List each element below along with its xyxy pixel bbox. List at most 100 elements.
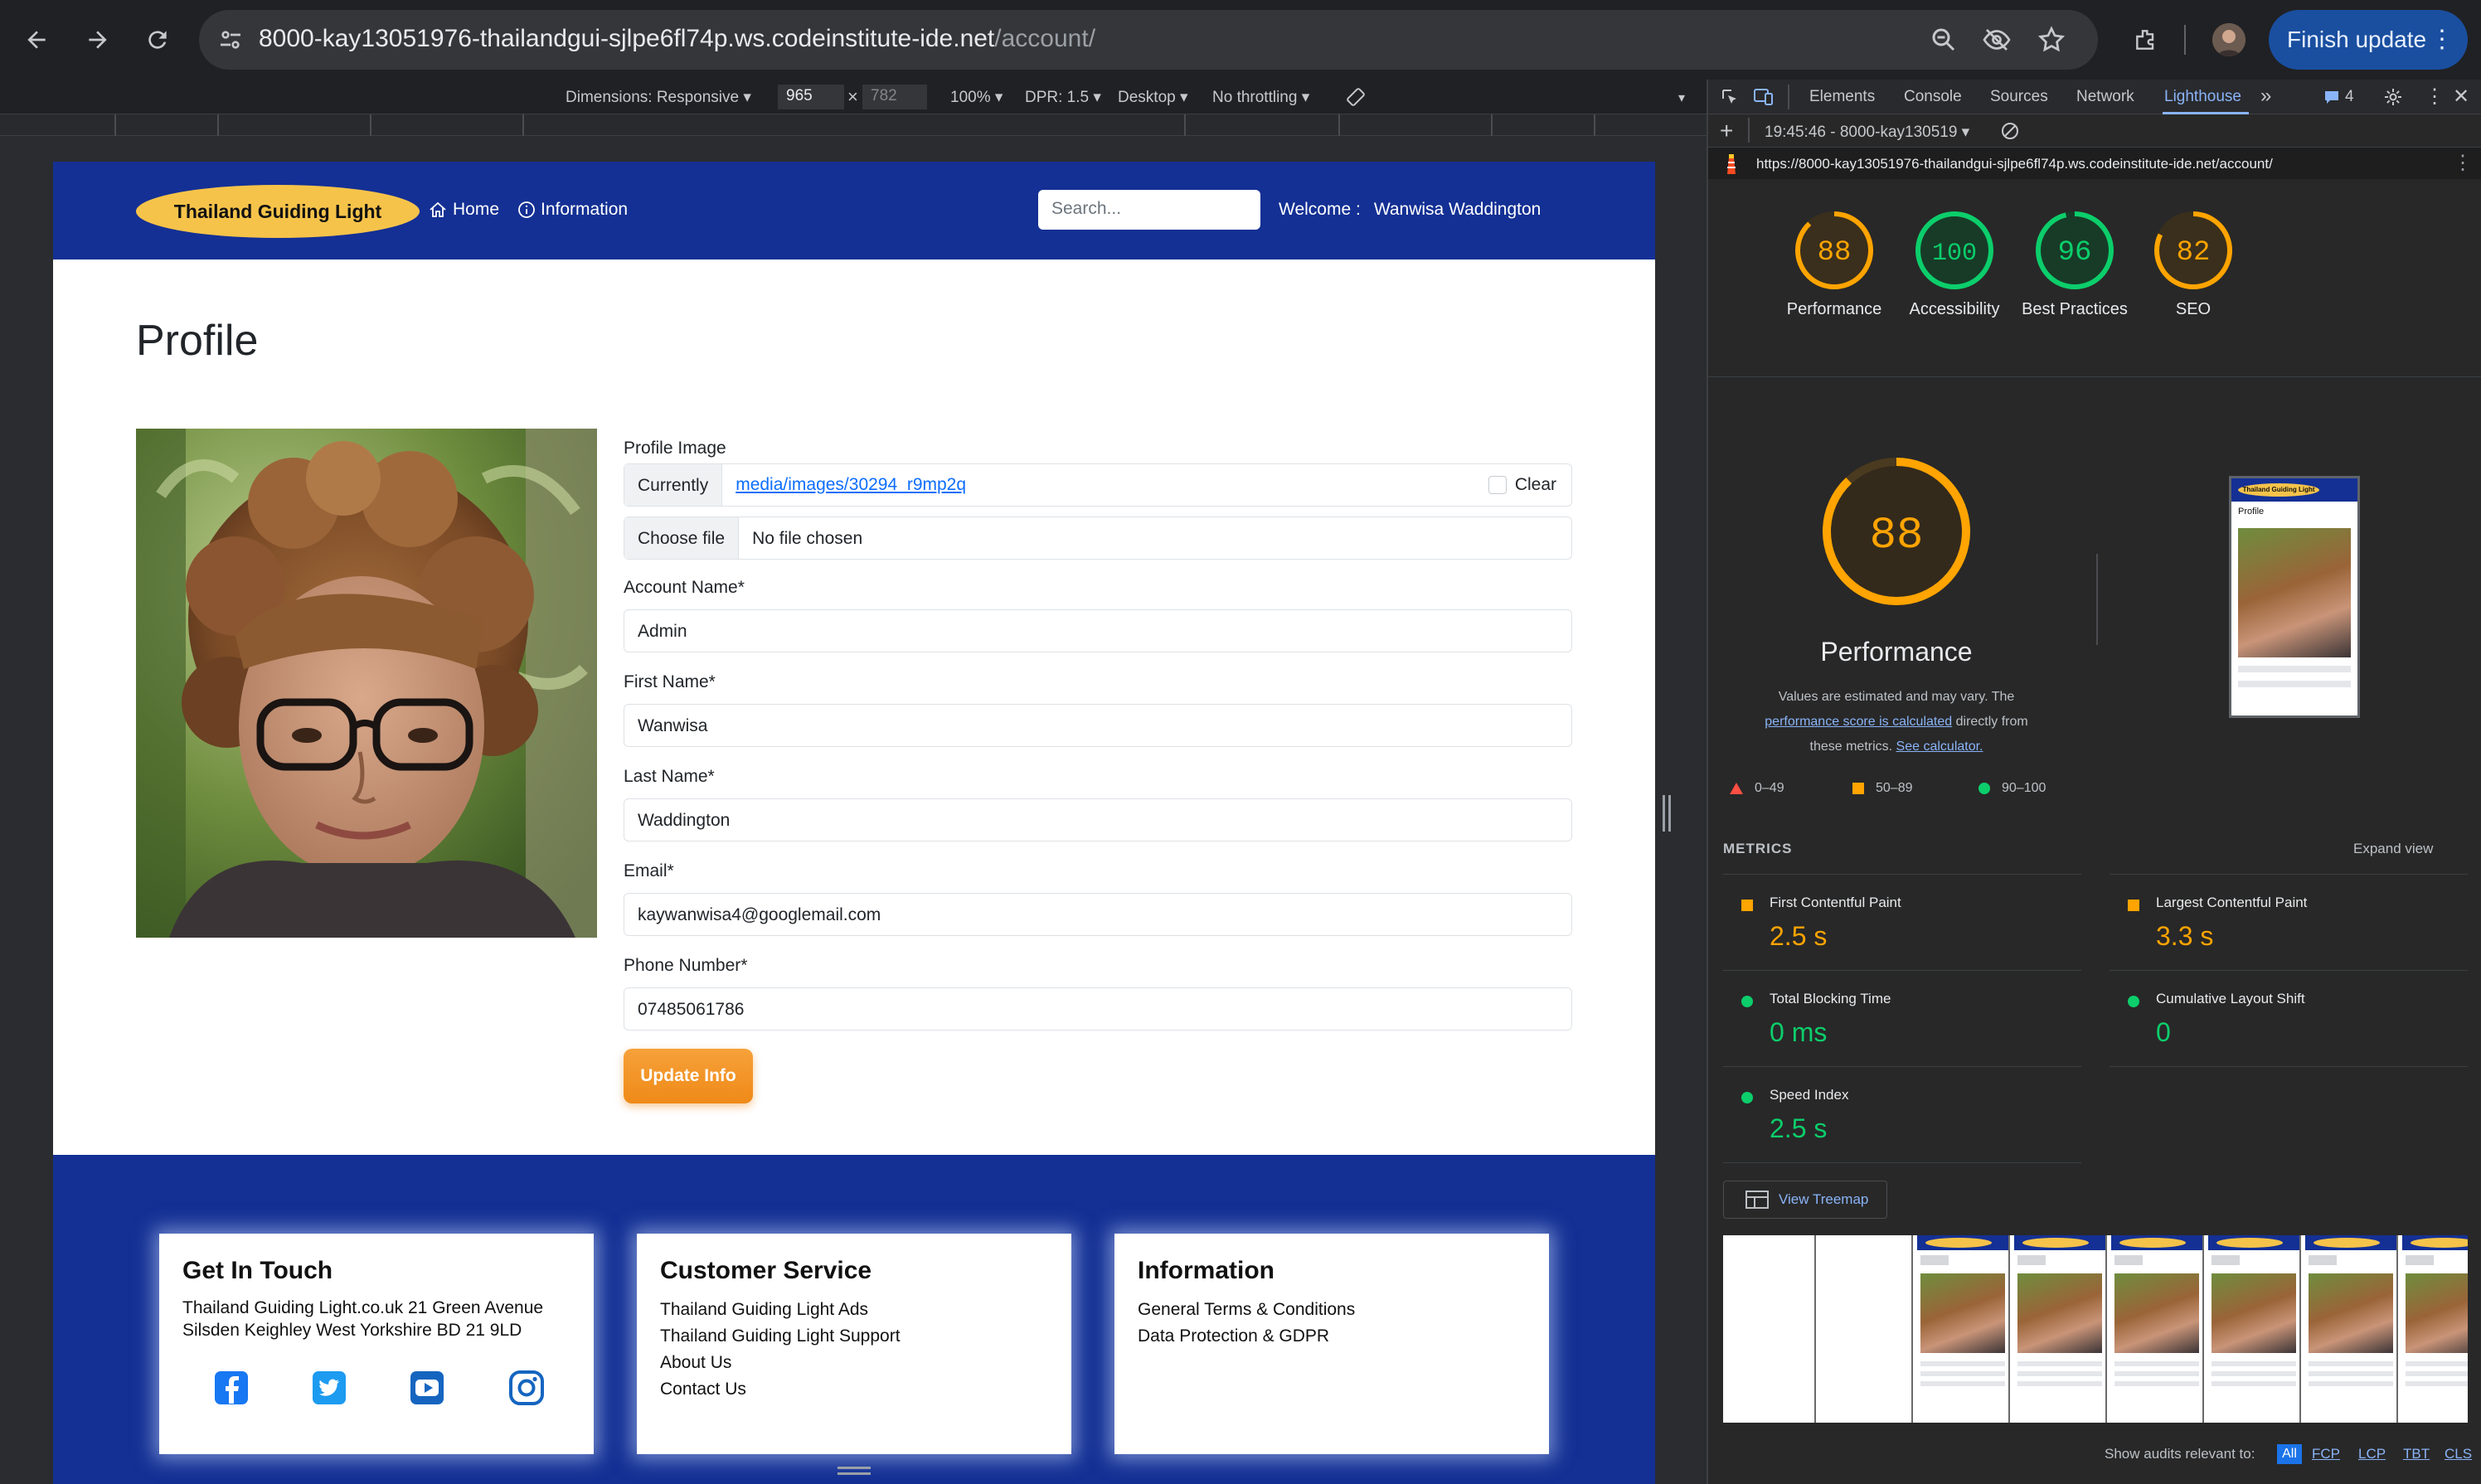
performance-description: Values are estimated and may vary. The p… <box>1765 690 2028 754</box>
filter-all[interactable]: All <box>2277 1444 2302 1464</box>
nav-home-link[interactable]: Home <box>428 200 499 220</box>
site-settings-icon[interactable] <box>216 25 245 55</box>
score-gauge-seo[interactable]: 82 SEO <box>2135 209 2251 322</box>
toolbar-menu-icon[interactable]: ▾ <box>1678 90 1685 106</box>
clear-checkbox-box[interactable] <box>1488 476 1507 494</box>
issues-badge[interactable]: 4 <box>2323 88 2354 106</box>
reload-icon[interactable] <box>138 20 177 60</box>
search-input[interactable]: Search... <box>1038 190 1260 230</box>
view-treemap-button[interactable]: View Treemap <box>1723 1181 1887 1219</box>
close-devtools-icon[interactable]: ✕ <box>2453 85 2469 109</box>
bottom-resize-grip[interactable] <box>838 1467 871 1475</box>
footer-info-link[interactable]: General Terms & Conditions <box>1138 1297 1526 1323</box>
footer-info-link[interactable]: Data Protection & GDPR <box>1138 1323 1526 1350</box>
performance-big-gauge: 88 <box>1823 458 1970 605</box>
tab-console[interactable]: Console <box>1904 88 1962 106</box>
phone-field[interactable]: 07485061786 <box>624 987 1572 1031</box>
filter-cls[interactable]: CLS <box>2445 1446 2472 1462</box>
settings-gear-icon[interactable] <box>2383 87 2403 107</box>
final-screenshot-thumbnail[interactable]: Thailand Guiding Light Profile <box>2229 476 2360 718</box>
average-square-icon <box>1741 900 1753 911</box>
tracking-protection-icon[interactable] <box>1982 25 2012 55</box>
youtube-icon[interactable] <box>408 1369 446 1407</box>
zoom-icon[interactable] <box>1929 25 1959 55</box>
times-sign: × <box>847 86 858 107</box>
choose-file-button[interactable]: Choose file <box>624 517 740 559</box>
file-input[interactable]: Choose file No file chosen <box>624 516 1572 560</box>
finish-update-button[interactable]: Finish update ⋮ <box>2269 10 2468 70</box>
report-select[interactable]: 19:45:46 - 8000-kay130519 ▾ <box>1765 123 1969 142</box>
dpr-select[interactable]: DPR: 1.5 ▾ <box>1025 88 1101 107</box>
score-gauge-accessibility[interactable]: 100 Accessibility <box>1896 209 2012 322</box>
twitter-icon[interactable] <box>310 1369 348 1407</box>
footer-service-link[interactable]: Contact Us <box>660 1376 1048 1403</box>
rotate-icon[interactable] <box>1345 86 1367 108</box>
tab-elements[interactable]: Elements <box>1809 88 1875 106</box>
facebook-icon[interactable] <box>212 1369 250 1407</box>
profile-image-label: Profile Image <box>624 439 726 458</box>
report-bar-divider <box>1748 118 1750 143</box>
dimensions-select[interactable]: Dimensions: Responsive ▾ <box>566 88 751 107</box>
filter-fcp[interactable]: FCP <box>2312 1446 2340 1462</box>
clear-reports-icon[interactable] <box>2000 121 2020 141</box>
instagram-icon[interactable] <box>507 1369 546 1407</box>
metric-divider <box>1723 1162 2081 1163</box>
brand-logo[interactable]: Thailand Guiding Light <box>136 185 420 238</box>
footer-service-link[interactable]: Thailand Guiding Light Ads <box>660 1297 1048 1323</box>
devtools-tabbar: Elements Console Sources Network Lightho… <box>1708 80 2481 114</box>
expand-view-toggle[interactable]: Expand view <box>2353 841 2433 857</box>
footer-service-link[interactable]: Thailand Guiding Light Support <box>660 1323 1048 1350</box>
pass-circle-icon <box>1741 996 1753 1007</box>
filmstrip-frame <box>2402 1235 2468 1423</box>
see-calculator-link[interactable]: See calculator. <box>1896 740 1983 754</box>
metric-speed-index: Speed Index 2.5 s <box>1723 1066 2081 1162</box>
devtools-menu-icon[interactable]: ⋮ <box>2425 85 2445 109</box>
report-menu-icon[interactable]: ⋮ <box>2453 151 2473 175</box>
profile-avatar[interactable] <box>2212 23 2246 56</box>
viewport-resize-handle[interactable] <box>1661 795 1673 832</box>
bookmark-star-icon[interactable] <box>2037 25 2066 55</box>
score-gauge-performance[interactable]: 88 Performance <box>1776 209 1892 322</box>
more-tabs-icon[interactable]: » <box>2260 85 2271 108</box>
tab-sources[interactable]: Sources <box>1990 88 2048 106</box>
zoom-select[interactable]: 100% ▾ <box>950 88 1003 107</box>
report-url[interactable]: https://8000-kay13051976-thailandgui-sjl… <box>1756 156 2273 172</box>
inspect-element-icon[interactable] <box>1720 87 1740 107</box>
metric-name: Largest Contentful Paint <box>2156 895 2308 910</box>
score-calculated-link[interactable]: performance score is calculated <box>1765 715 1952 729</box>
more-vert-icon[interactable]: ⋮ <box>2430 25 2454 55</box>
tab-network[interactable]: Network <box>2076 88 2134 106</box>
score-gauge-best-practices[interactable]: 96 Best Practices <box>2017 209 2133 322</box>
throttle-select[interactable]: No throttling ▾ <box>1212 88 1309 107</box>
no-file-text: No file chosen <box>752 529 863 548</box>
tab-lighthouse[interactable]: Lighthouse <box>2164 88 2241 106</box>
footer-service-link[interactable]: About Us <box>660 1350 1048 1376</box>
extensions-icon[interactable] <box>2126 20 2166 60</box>
pass-circle-icon <box>2128 996 2139 1007</box>
clear-label: Clear <box>1514 475 1556 494</box>
account-name-field[interactable]: Admin <box>624 609 1572 652</box>
email-field[interactable]: kaywanwisa4@googlemail.com <box>624 893 1572 936</box>
width-input[interactable]: 965 <box>778 85 844 109</box>
device-toggle-icon[interactable] <box>1753 87 1775 107</box>
filter-lcp[interactable]: LCP <box>2358 1446 2386 1462</box>
big-gauge-title: Performance <box>1820 637 1973 667</box>
viewport-stage: Thailand Guiding Light Home Information … <box>0 136 1707 1484</box>
current-image-link[interactable]: media/images/30294_r9mp2q <box>722 464 1488 506</box>
gauge-label: Performance <box>1786 300 1882 318</box>
nav-information-link[interactable]: Information <box>517 200 628 220</box>
device-select[interactable]: Desktop ▾ <box>1118 88 1188 107</box>
height-input[interactable]: 782 <box>862 85 927 109</box>
message-icon <box>2325 91 2338 104</box>
filter-tbt[interactable]: TBT <box>2403 1446 2430 1462</box>
first-name-field[interactable]: Wanwisa <box>624 704 1572 747</box>
address-bar[interactable]: 8000-kay13051976-thailandgui-sjlpe6fl74p… <box>199 10 2098 70</box>
back-icon[interactable] <box>17 20 56 60</box>
gauge-score-text: 100 <box>1932 240 1977 268</box>
new-report-icon[interactable]: + <box>1720 118 1733 144</box>
forward-icon[interactable] <box>78 20 118 60</box>
url-text[interactable]: 8000-kay13051976-thailandgui-sjlpe6fl74p… <box>259 25 1095 53</box>
update-info-button[interactable]: Update Info <box>624 1049 753 1103</box>
last-name-field[interactable]: Waddington <box>624 798 1572 841</box>
clear-checkbox[interactable]: Clear <box>1488 464 1571 506</box>
